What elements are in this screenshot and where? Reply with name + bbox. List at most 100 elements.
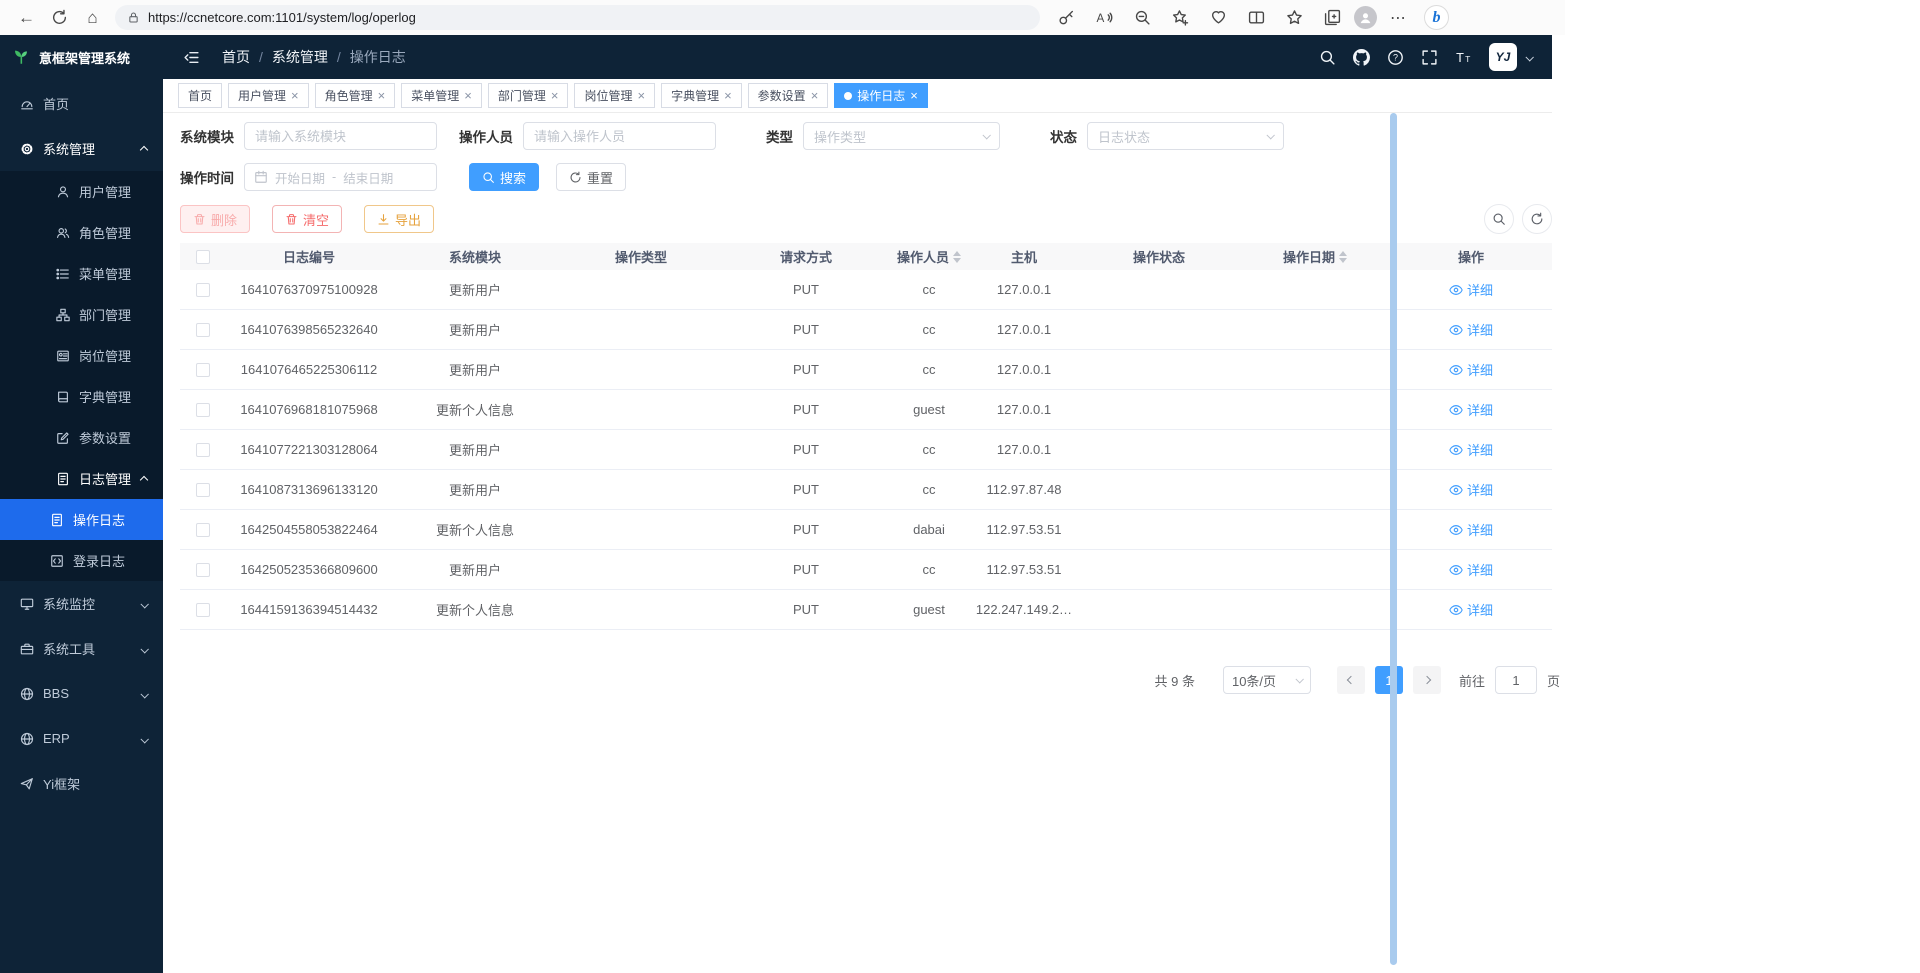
col-date[interactable]: 操作日期 — [1240, 247, 1390, 266]
page-scrollbar[interactable] — [1390, 113, 1397, 965]
user-avatar[interactable]: YJ — [1489, 43, 1517, 71]
delete-button[interactable]: 删除 — [180, 205, 250, 233]
module-input[interactable] — [244, 122, 437, 150]
detail-link[interactable]: 详细 — [1449, 480, 1493, 499]
sort-icon[interactable] — [953, 251, 961, 263]
fullscreen-icon[interactable] — [1421, 49, 1438, 66]
sidebar-item-oper-log[interactable]: 操作日志 — [0, 499, 163, 540]
address-bar[interactable]: https://ccnetcore.com:1101/system/log/op… — [115, 5, 1040, 30]
tab-post-mgmt[interactable]: 岗位管理× — [574, 83, 655, 108]
sidebar-item-erp[interactable]: ERP — [0, 716, 163, 761]
close-icon[interactable]: × — [811, 89, 819, 102]
row-checkbox[interactable] — [196, 563, 210, 577]
detail-link[interactable]: 详细 — [1449, 320, 1493, 339]
search-icon[interactable] — [1319, 49, 1336, 66]
detail-link[interactable]: 详细 — [1449, 400, 1493, 419]
row-checkbox[interactable] — [196, 283, 210, 297]
sidebar-item-user-mgmt[interactable]: 用户管理 — [0, 171, 163, 212]
browser-essentials-icon[interactable] — [1202, 4, 1235, 32]
profile-avatar[interactable] — [1354, 6, 1377, 29]
chevron-down-icon[interactable] — [1526, 48, 1532, 66]
prev-page-button[interactable] — [1337, 666, 1365, 694]
sidebar-item-home[interactable]: 首页 — [0, 81, 163, 126]
detail-link[interactable]: 详细 — [1449, 520, 1493, 539]
table-row[interactable]: 1642504558053822464 更新个人信息 PUT dabai 112… — [180, 510, 1552, 550]
row-checkbox[interactable] — [196, 443, 210, 457]
row-checkbox[interactable] — [196, 483, 210, 497]
refresh-icon[interactable] — [43, 4, 76, 32]
row-checkbox[interactable] — [196, 323, 210, 337]
tab-dept-mgmt[interactable]: 部门管理× — [488, 83, 569, 108]
tab-param-settings[interactable]: 参数设置× — [748, 83, 829, 108]
table-row[interactable]: 1644159136394514432 更新个人信息 PUT guest 122… — [180, 590, 1552, 630]
refresh-table-icon[interactable] — [1522, 204, 1552, 234]
export-button[interactable]: 导出 — [364, 205, 434, 233]
reset-button[interactable]: 重置 — [556, 163, 626, 191]
sidebar-item-bbs[interactable]: BBS — [0, 671, 163, 716]
sidebar-item-param-settings[interactable]: 参数设置 — [0, 417, 163, 458]
breadcrumb-item[interactable]: 首页 — [222, 47, 250, 67]
tab-oper-log[interactable]: 操作日志× — [834, 83, 928, 108]
show-search-icon[interactable] — [1484, 204, 1514, 234]
detail-link[interactable]: 详细 — [1449, 360, 1493, 379]
breadcrumb-item[interactable]: 系统管理 — [272, 47, 328, 67]
read-aloud-icon[interactable]: A — [1088, 4, 1121, 32]
col-operator[interactable]: 操作人员 — [888, 247, 970, 266]
close-icon[interactable]: × — [378, 89, 386, 102]
date-range-picker[interactable]: 开始日期 - 结束日期 — [244, 163, 437, 191]
github-icon[interactable] — [1353, 49, 1370, 66]
sidebar-item-dept-mgmt[interactable]: 部门管理 — [0, 294, 163, 335]
sidebar-item-system-monitor[interactable]: 系统监控 — [0, 581, 163, 626]
browser-home-icon[interactable]: ⌂ — [76, 4, 109, 32]
table-row[interactable]: 1641077221303128064 更新用户 PUT cc 127.0.0.… — [180, 430, 1552, 470]
search-button[interactable]: 搜索 — [469, 163, 539, 191]
tab-user-mgmt[interactable]: 用户管理× — [228, 83, 309, 108]
favorites-bar-icon[interactable] — [1278, 4, 1311, 32]
tab-menu-mgmt[interactable]: 菜单管理× — [401, 83, 482, 108]
status-select[interactable]: 日志状态 — [1087, 122, 1284, 150]
sidebar-item-login-log[interactable]: 登录日志 — [0, 540, 163, 581]
row-checkbox[interactable] — [196, 363, 210, 377]
table-row[interactable]: 1641076370975100928 更新用户 PUT cc 127.0.0.… — [180, 270, 1552, 310]
select-all-checkbox[interactable] — [196, 250, 210, 264]
row-checkbox[interactable] — [196, 523, 210, 537]
sidebar-item-role-mgmt[interactable]: 角色管理 — [0, 212, 163, 253]
sidebar-item-log-mgmt[interactable]: 日志管理 — [0, 458, 163, 499]
detail-link[interactable]: 详细 — [1449, 280, 1493, 299]
table-row[interactable]: 1642505235366809600 更新用户 PUT cc 112.97.5… — [180, 550, 1552, 590]
close-icon[interactable]: × — [724, 89, 732, 102]
close-icon[interactable]: × — [464, 89, 472, 102]
row-checkbox[interactable] — [196, 403, 210, 417]
table-row[interactable]: 1641087313696133120 更新用户 PUT cc 112.97.8… — [180, 470, 1552, 510]
settings-more-icon[interactable]: ⋯ — [1382, 4, 1415, 32]
sidebar-item-menu-mgmt[interactable]: 菜单管理 — [0, 253, 163, 294]
table-row[interactable]: 1641076465225306112 更新用户 PUT cc 127.0.0.… — [180, 350, 1552, 390]
type-select[interactable]: 操作类型 — [803, 122, 1000, 150]
close-icon[interactable]: × — [910, 89, 918, 102]
collections-icon[interactable] — [1316, 4, 1349, 32]
detail-link[interactable]: 详细 — [1449, 440, 1493, 459]
zoom-out-icon[interactable] — [1126, 4, 1159, 32]
copilot-bing-icon[interactable]: b — [1424, 5, 1449, 30]
detail-link[interactable]: 详细 — [1449, 600, 1493, 619]
clear-button[interactable]: 清空 — [272, 205, 342, 233]
operator-input[interactable] — [523, 122, 716, 150]
detail-link[interactable]: 详细 — [1449, 560, 1493, 579]
add-favorite-icon[interactable] — [1164, 4, 1197, 32]
tab-dict-mgmt[interactable]: 字典管理× — [661, 83, 742, 108]
next-page-button[interactable] — [1413, 666, 1441, 694]
table-row[interactable]: 1641076398565232640 更新用户 PUT cc 127.0.0.… — [180, 310, 1552, 350]
goto-page-input[interactable] — [1495, 666, 1537, 694]
close-icon[interactable]: × — [551, 89, 559, 102]
row-checkbox[interactable] — [196, 603, 210, 617]
help-icon[interactable]: ? — [1387, 49, 1404, 66]
tab-home[interactable]: 首页 — [178, 83, 222, 108]
back-icon[interactable]: ← — [10, 4, 43, 32]
collapse-sidebar-icon[interactable] — [183, 49, 200, 66]
sidebar-item-post-mgmt[interactable]: 岗位管理 — [0, 335, 163, 376]
tab-role-mgmt[interactable]: 角色管理× — [315, 83, 396, 108]
sidebar-item-system-tools[interactable]: 系统工具 — [0, 626, 163, 671]
page-size-select[interactable]: 10条/页 — [1223, 666, 1311, 694]
sidebar-item-system-mgmt[interactable]: 系统管理 — [0, 126, 163, 171]
close-icon[interactable]: × — [637, 89, 645, 102]
